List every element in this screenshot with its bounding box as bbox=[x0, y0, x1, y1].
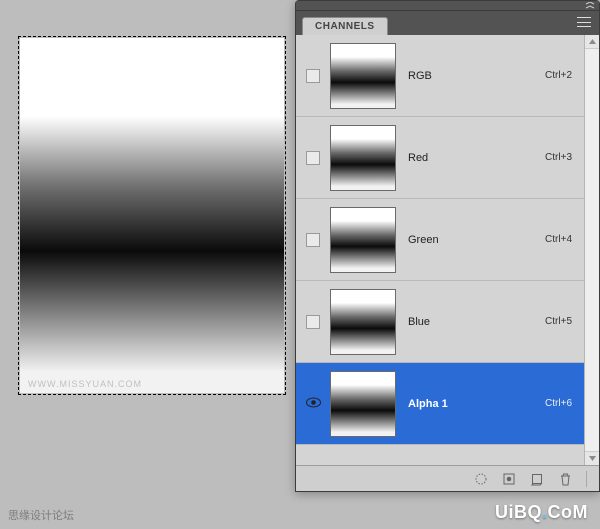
channel-name: Red bbox=[408, 152, 526, 164]
panel-menu-icon[interactable] bbox=[577, 17, 591, 27]
panel-titlebar[interactable] bbox=[296, 1, 599, 11]
scroll-track[interactable] bbox=[585, 49, 599, 451]
channel-thumbnail[interactable] bbox=[330, 125, 396, 191]
channel-list: RGB Ctrl+2 Red Ctrl+3 Green Ctrl+4 Blue … bbox=[296, 35, 599, 465]
visibility-toggle[interactable] bbox=[304, 396, 322, 412]
channel-shortcut: Ctrl+6 bbox=[526, 398, 576, 409]
panel-tabs: CHANNELS bbox=[296, 11, 599, 35]
visibility-toggle[interactable] bbox=[304, 232, 322, 248]
scroll-down-button[interactable] bbox=[585, 451, 599, 465]
visibility-toggle[interactable] bbox=[304, 150, 322, 166]
visibility-toggle[interactable] bbox=[304, 314, 322, 330]
watermark-right: UiBQ.CoM bbox=[495, 502, 588, 523]
channel-row-red[interactable]: Red Ctrl+3 bbox=[296, 117, 584, 199]
collapse-icon[interactable] bbox=[585, 2, 595, 10]
channel-thumbnail[interactable] bbox=[330, 371, 396, 437]
watermark-left: 思缘设计论坛 bbox=[8, 507, 74, 523]
delete-channel-icon[interactable] bbox=[558, 472, 572, 486]
channels-panel: CHANNELS RGB Ctrl+2 Red Ctrl+3 Green Ctr… bbox=[295, 0, 600, 492]
channel-thumbnail[interactable] bbox=[330, 207, 396, 273]
channel-row-alpha1[interactable]: Alpha 1 Ctrl+6 bbox=[296, 363, 584, 445]
document-canvas[interactable]: WWW.MISSYUAN.COM bbox=[20, 38, 284, 393]
channel-shortcut: Ctrl+3 bbox=[526, 152, 576, 163]
new-channel-icon[interactable] bbox=[530, 472, 544, 486]
channel-thumbnail[interactable] bbox=[330, 43, 396, 109]
channel-row-rgb[interactable]: RGB Ctrl+2 bbox=[296, 35, 584, 117]
channel-name: Alpha 1 bbox=[408, 398, 526, 410]
channel-thumbnail[interactable] bbox=[330, 289, 396, 355]
footer-separator bbox=[586, 471, 587, 487]
channel-shortcut: Ctrl+5 bbox=[526, 316, 576, 327]
channel-row-green[interactable]: Green Ctrl+4 bbox=[296, 199, 584, 281]
tab-channels[interactable]: CHANNELS bbox=[302, 17, 388, 35]
channel-shortcut: Ctrl+2 bbox=[526, 70, 576, 81]
channel-list-inner: RGB Ctrl+2 Red Ctrl+3 Green Ctrl+4 Blue … bbox=[296, 35, 584, 465]
canvas-watermark: WWW.MISSYUAN.COM bbox=[28, 379, 142, 389]
channel-row-blue[interactable]: Blue Ctrl+5 bbox=[296, 281, 584, 363]
channel-name: RGB bbox=[408, 70, 526, 82]
load-selection-icon[interactable] bbox=[474, 472, 488, 486]
channel-name: Blue bbox=[408, 316, 526, 328]
save-selection-icon[interactable] bbox=[502, 472, 516, 486]
visibility-toggle[interactable] bbox=[304, 68, 322, 84]
channel-shortcut: Ctrl+4 bbox=[526, 234, 576, 245]
panel-footer bbox=[296, 465, 599, 491]
scroll-up-button[interactable] bbox=[585, 35, 599, 49]
eye-icon bbox=[306, 397, 321, 410]
scrollbar[interactable] bbox=[584, 35, 599, 465]
channel-name: Green bbox=[408, 234, 526, 246]
